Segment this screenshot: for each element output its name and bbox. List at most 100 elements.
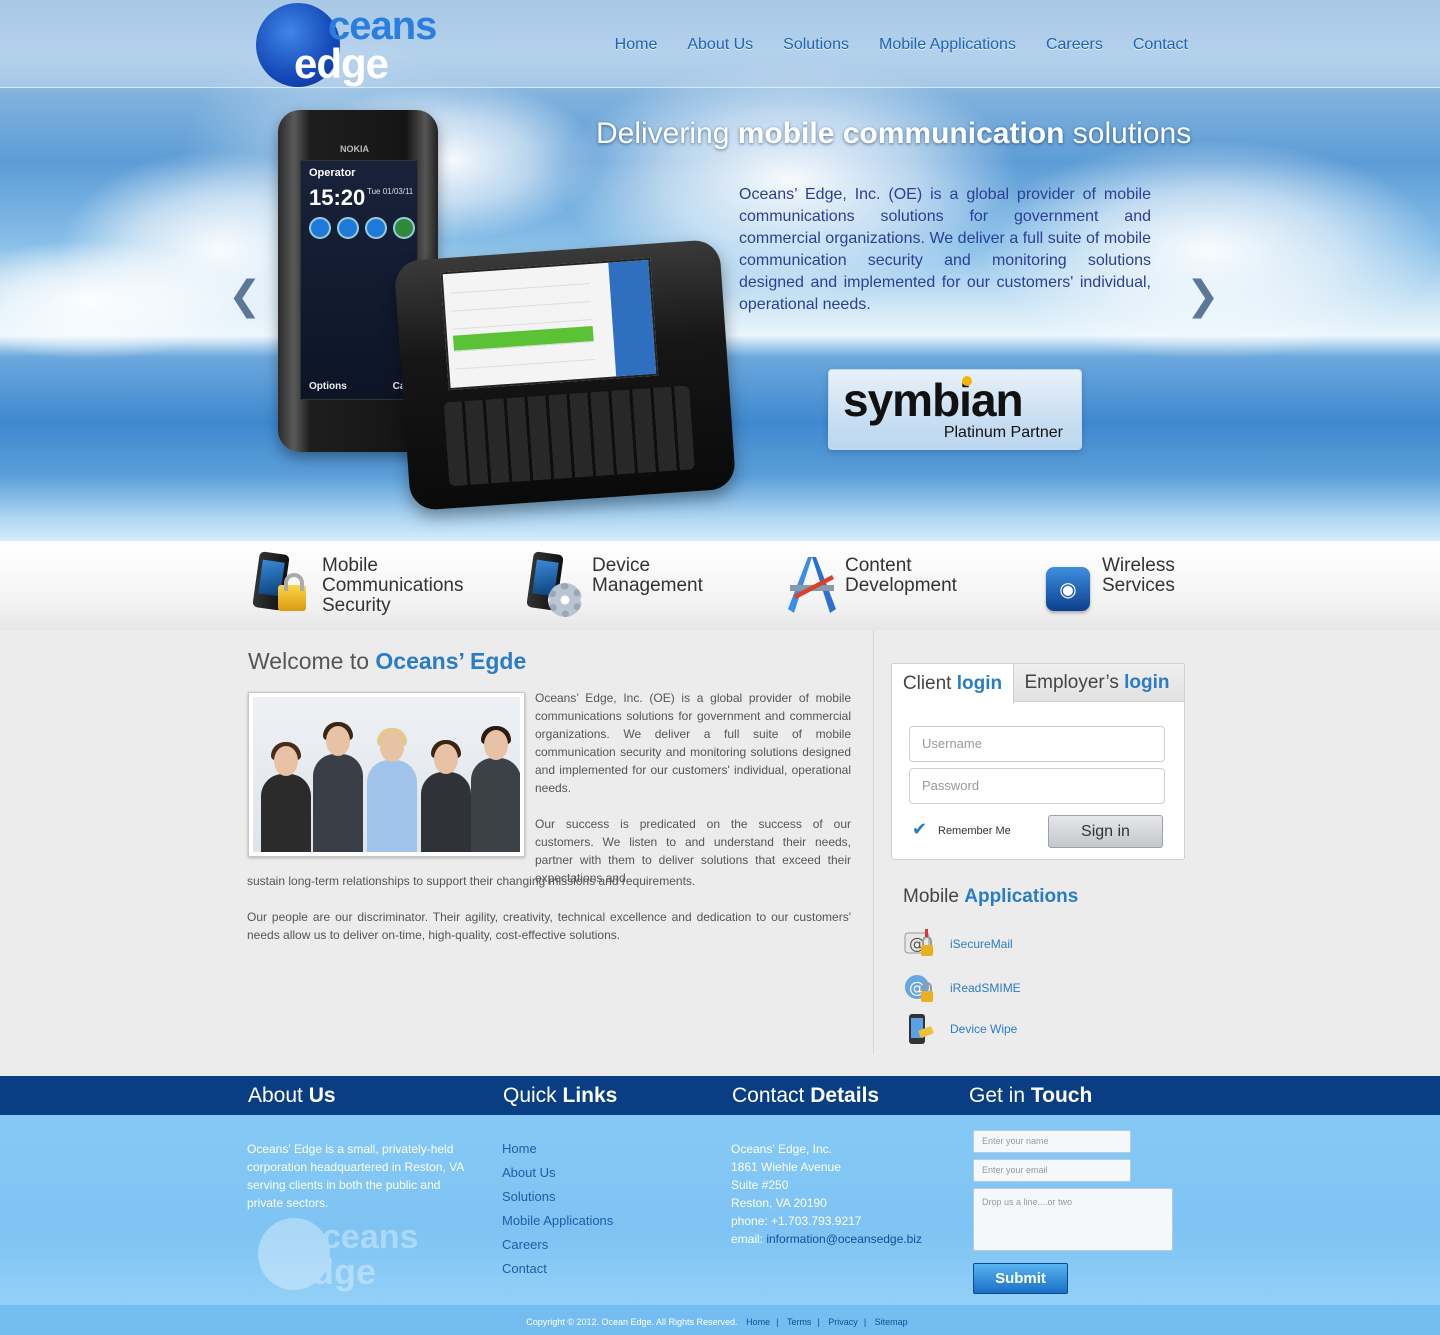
nokia-slider-phone-image [393, 238, 737, 512]
tab-employer-login[interactable]: Employer’s login [1010, 664, 1184, 702]
hero-description: Oceans’ Edge, Inc. (OE) is a global prov… [739, 186, 1151, 313]
service-label: Wireless Services [1102, 555, 1175, 596]
footer-link-solutions[interactable]: Solutions [502, 1189, 555, 1204]
footer-link-contact[interactable]: Contact [502, 1261, 547, 1276]
contact-city: Reston, VA 20190 [731, 1196, 827, 1210]
footer-about-heading: About Us [248, 1084, 336, 1107]
service-label: Device Management [592, 555, 703, 596]
phone-lock-icon [252, 551, 308, 617]
hero-tagline: Delivering mobile communication solution… [596, 114, 1191, 154]
team-photo-scene [253, 697, 520, 852]
nav-about-us[interactable]: About Us [687, 34, 753, 56]
password-input[interactable]: Password [909, 768, 1165, 804]
copyright-bar: Copyright © 2012. Ocean Edge. All Rights… [526, 1317, 908, 1327]
phone-brand: NOKIA [340, 144, 369, 154]
team-photo [248, 692, 525, 857]
contact-phone: phone: +1.703.793.9217 [731, 1214, 862, 1228]
contact-email-link[interactable]: information@oceansedge.biz [766, 1232, 922, 1246]
footer-get-in-touch-heading: Get in Touch [969, 1084, 1093, 1107]
app-label[interactable]: iReadSMIME [950, 980, 1021, 996]
footer-header-bar [0, 1076, 1440, 1115]
footer-link-home[interactable]: Home [502, 1141, 537, 1156]
sign-in-button[interactable]: Sign in [1048, 815, 1163, 848]
submit-button[interactable]: Submit [973, 1263, 1068, 1294]
app-device-wipe[interactable]: Device Wipe [903, 1012, 1017, 1046]
phone-gear-icon [526, 551, 582, 617]
contacts-icon [309, 217, 331, 239]
tab-client-login[interactable]: Client login [892, 664, 1014, 704]
phone-operator: Operator [309, 167, 356, 179]
contact-name-input[interactable]: Enter your name [973, 1130, 1131, 1153]
nav-contact[interactable]: Contact [1133, 34, 1188, 56]
phone-call-icon [393, 217, 415, 239]
welcome-paragraph-3: Our people are our discriminator. Their … [247, 910, 851, 942]
footer-watermark-logo: ceans edge [258, 1218, 458, 1294]
device-wipe-icon [903, 1012, 937, 1046]
person [471, 726, 520, 852]
person [261, 742, 311, 852]
wifi-icon: ◉ [1042, 551, 1098, 617]
person [367, 728, 417, 852]
phone-screen [440, 257, 659, 391]
slider-prev-arrow-icon[interactable]: ❮ [228, 276, 262, 316]
login-box: Employer’s login Client login Username P… [891, 663, 1185, 860]
footer-quick-links-heading: Quick Links [503, 1084, 618, 1107]
footer-link-mobile-applications[interactable]: Mobile Applications [502, 1213, 613, 1228]
copyright-text: Copyright © 2012. Ocean Edge. All Rights… [526, 1317, 738, 1327]
tagline-bold: mobile communication [737, 117, 1065, 150]
footer-link-careers[interactable]: Careers [502, 1237, 548, 1252]
footer-link-about-us[interactable]: About Us [502, 1165, 555, 1180]
column-divider [873, 630, 874, 1054]
contact-email-row: email: information@oceansedge.biz [731, 1232, 922, 1246]
nav-solutions[interactable]: Solutions [783, 34, 849, 56]
footer-contact-details: Oceans' Edge, Inc. 1861 Wiehle Avenue Su… [731, 1140, 922, 1248]
contact-suite: Suite #250 [731, 1178, 789, 1192]
bottom-link-home[interactable]: Home [746, 1317, 770, 1327]
app-label[interactable]: Device Wipe [950, 1021, 1017, 1037]
welcome-pre: Welcome to [248, 648, 376, 674]
contact-email-input[interactable]: Enter your email [973, 1159, 1131, 1182]
tagline-post: solutions [1064, 117, 1192, 150]
bottom-link-sitemap[interactable]: Sitemap [875, 1317, 908, 1327]
footer-about-text: Oceans' Edge is a small, privately-held … [247, 1142, 464, 1210]
remember-me[interactable]: ✔ Remember Me [912, 821, 1011, 840]
oceans-edge-logo[interactable]: ceans edge [256, 3, 468, 87]
footer-contact-heading: Contact Details [732, 1084, 880, 1107]
welcome-paragraph-2-cont: sustain long-term relationships to suppo… [247, 874, 696, 888]
logo-text-bottom: edge [294, 40, 389, 87]
mobile-applications-heading: Mobile Applications [903, 886, 1079, 907]
welcome-paragraph-1: Oceans’ Edge, Inc. (OE) is a global prov… [535, 691, 851, 795]
app-label[interactable]: iSecureMail [950, 936, 1013, 952]
remember-me-label: Remember Me [938, 825, 1011, 837]
partner-level: Platinum Partner [943, 424, 1063, 441]
tagline-pre: Delivering [596, 117, 738, 150]
symbian-wordmark: symbian [843, 374, 1024, 426]
slider-next-arrow-icon[interactable]: ❯ [1186, 276, 1220, 316]
phone-date: Tue 01/03/11 [367, 187, 414, 196]
nav-home[interactable]: Home [615, 34, 658, 56]
checkmark-icon[interactable]: ✔ [912, 821, 932, 840]
phone-clock: 15:20 [309, 185, 366, 210]
nav-careers[interactable]: Careers [1046, 34, 1103, 56]
app-icon [365, 217, 387, 239]
phone-keyboard [443, 385, 695, 487]
nav-mobile-applications[interactable]: Mobile Applications [879, 34, 1016, 56]
app-ireadsmime[interactable]: @ iReadSMIME [903, 971, 1021, 1005]
service-label: Content Development [845, 555, 957, 596]
username-input[interactable]: Username [909, 726, 1165, 762]
phone-left-softkey: Options [309, 381, 347, 392]
bottom-link-privacy[interactable]: Privacy [828, 1317, 858, 1327]
read-smime-icon: @ [903, 971, 937, 1005]
symbian-partner-badge: symbian Platinum Partner [828, 369, 1082, 450]
symbian-dot [962, 376, 972, 386]
phone-side-menu [608, 259, 657, 377]
contact-company: Oceans' Edge, Inc. [731, 1142, 833, 1156]
services-strip: Mobile Communications Security Device Manag… [0, 541, 1440, 630]
app-isecuremail[interactable]: @ iSecureMail [903, 927, 1013, 961]
welcome-bold: Oceans’ Egde [375, 648, 527, 674]
globe-icon [337, 217, 359, 239]
main-nav: Home About Us Solutions Mobile Applicati… [615, 34, 1188, 56]
footer-body [0, 1115, 1440, 1305]
bottom-link-terms[interactable]: Terms [787, 1317, 812, 1327]
contact-message-textarea[interactable]: Drop us a line....or two [973, 1188, 1173, 1251]
